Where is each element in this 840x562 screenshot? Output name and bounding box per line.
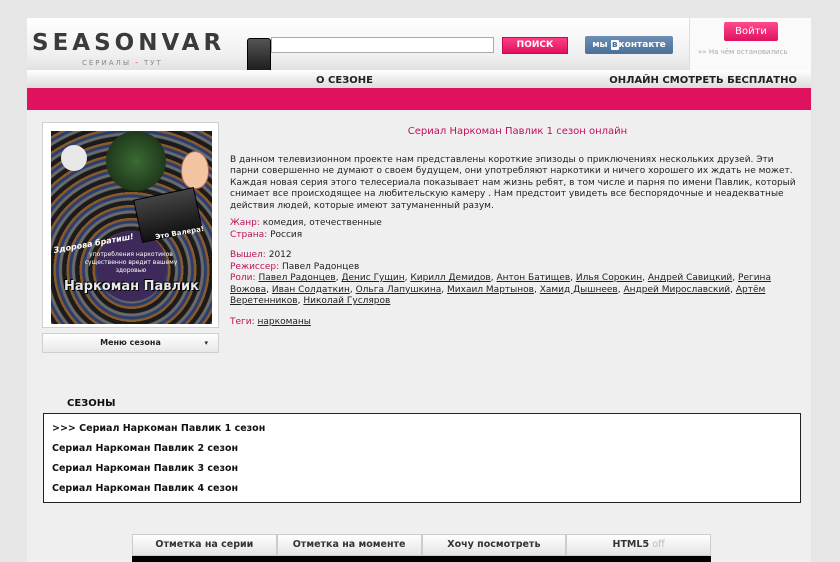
- vk-suffix: контакте: [618, 40, 666, 50]
- search-button[interactable]: ПОИСК: [502, 37, 568, 54]
- poster-face-graphic: [181, 151, 209, 189]
- seasons-heading: СЕЗОНЫ: [67, 398, 116, 409]
- login-button[interactable]: Войти: [724, 22, 778, 41]
- tags-list: наркоманы: [258, 317, 311, 327]
- vk-prefix: мы: [592, 40, 611, 50]
- genre-value: комедия, отечественные: [262, 218, 382, 229]
- genre-row: Жанр: комедия, отечественные: [230, 218, 805, 230]
- logo-tagline-right: ТУТ: [143, 59, 163, 67]
- tab-mark-series[interactable]: Отметка на серии: [132, 534, 277, 556]
- director-value: Павел Радонцев: [281, 261, 360, 272]
- poster-title: Наркоман Павлик: [64, 279, 199, 294]
- actor-link[interactable]: Антон Батищев: [496, 273, 570, 283]
- season-link[interactable]: >>> Сериал Наркоман Павлик 1 сезон: [52, 422, 800, 442]
- roles-row: Роли: Павел Радонцев, Денис Гущин, Кирил…: [230, 273, 805, 308]
- series-poster: Здорова братиш! Это Валера! употребления…: [51, 131, 212, 324]
- seasons-list: >>> Сериал Наркоман Павлик 1 сезон Сериа…: [43, 413, 801, 503]
- year-label: Вышел:: [230, 250, 266, 261]
- tags-row: Теги: наркоманы: [230, 317, 805, 329]
- actor-link[interactable]: Иван Солдаткин: [272, 285, 350, 295]
- poster-tree-graphic: [106, 131, 166, 191]
- continue-watching-label: На чём остановились: [708, 48, 788, 56]
- main-content: Здорова братиш! Это Валера! употребления…: [27, 110, 811, 562]
- actor-link[interactable]: Кирилл Демидов: [410, 273, 490, 283]
- country-label: Страна:: [230, 229, 268, 240]
- nav-about-season[interactable]: О СЕЗОНЕ: [316, 75, 373, 86]
- actor-link[interactable]: Денис Гущин: [341, 273, 404, 283]
- year-row: Вышел: 2012: [230, 250, 805, 262]
- season-link[interactable]: Сериал Наркоман Павлик 4 сезон: [52, 482, 800, 502]
- director-label: Режиссер:: [230, 261, 280, 272]
- actor-link[interactable]: Андрей Мирославский: [623, 285, 730, 295]
- logo-tagline: СЕРИАЛЫ - ТУТ: [82, 59, 163, 67]
- season-menu-label: Меню сезона: [100, 338, 161, 347]
- html5-state: off: [652, 539, 665, 550]
- year-value: 2012: [268, 250, 292, 261]
- logo-tagline-left: СЕРИАЛЫ: [82, 59, 131, 67]
- header: SEASONVAR СЕРИАЛЫ - ТУТ ПОИСК мы вконтак…: [27, 18, 811, 80]
- director-row: Режиссер: Павел Радонцев: [230, 262, 805, 274]
- login-box: Войти »» На чём остановились: [689, 18, 811, 70]
- tags-label: Теги:: [230, 316, 255, 327]
- nav-bar: О СЕЗОНЕ ОНЛАЙН СМОТРЕТЬ БЕСПЛАТНО: [27, 70, 811, 110]
- logo-tagline-dash: -: [131, 59, 144, 67]
- logo-text: SEASONVAR: [32, 30, 226, 56]
- season-link[interactable]: Сериал Наркоман Павлик 3 сезон: [52, 462, 800, 482]
- series-description: В данном телевизионном проекте нам предс…: [230, 155, 796, 211]
- vk-logo-icon: в: [610, 40, 619, 50]
- actor-link[interactable]: Павел Радонцев: [258, 273, 335, 283]
- series-info: Сериал Наркоман Павлик 1 сезон онлайн В …: [230, 122, 805, 328]
- roles-list: Павел Радонцев, Денис Гущин, Кирилл Деми…: [230, 273, 771, 307]
- nav-watch-online[interactable]: ОНЛАЙН СМОТРЕТЬ БЕСПЛАТНО: [609, 75, 797, 86]
- poster-mascot-graphic: [61, 145, 87, 171]
- actor-link[interactable]: Николай Гусляров: [303, 296, 390, 306]
- season-link[interactable]: Сериал Наркоман Павлик 2 сезон: [52, 442, 800, 462]
- actor-link[interactable]: Андрей Савицкий: [648, 273, 732, 283]
- country-value: Россия: [270, 229, 303, 240]
- tag-link[interactable]: наркоманы: [258, 317, 311, 327]
- page: SEASONVAR СЕРИАЛЫ - ТУТ ПОИСК мы вконтак…: [27, 18, 811, 562]
- bookmark-icon: »»: [698, 48, 707, 56]
- search-input[interactable]: [271, 37, 494, 53]
- poster-frame: Здорова братиш! Это Валера! употребления…: [42, 122, 219, 328]
- actor-link[interactable]: Хамид Дышнеев: [540, 285, 618, 295]
- tab-mark-moment[interactable]: Отметка на моменте: [276, 534, 422, 556]
- country-row: Страна: Россия: [230, 230, 805, 242]
- nav-strip: О СЕЗОНЕ ОНЛАЙН СМОТРЕТЬ БЕСПЛАТНО: [27, 70, 811, 88]
- tab-html5-toggle[interactable]: HTML5 off: [566, 534, 711, 556]
- player-tabs: Отметка на серии Отметка на моменте Хочу…: [132, 534, 711, 556]
- actor-link[interactable]: Михаил Мартынов: [447, 285, 534, 295]
- html5-label: HTML5: [612, 539, 650, 550]
- video-player[interactable]: [132, 556, 711, 562]
- chevron-down-icon: ▾: [204, 339, 208, 347]
- continue-watching-link[interactable]: »» На чём остановились: [698, 48, 788, 56]
- vk-button[interactable]: мы вконтакте: [585, 36, 673, 54]
- series-title: Сериал Наркоман Павлик 1 сезон онлайн: [407, 126, 628, 137]
- genre-label: Жанр:: [230, 218, 260, 229]
- season-menu-button[interactable]: Меню сезона ▾: [42, 333, 219, 353]
- tab-want-watch[interactable]: Хочу посмотреть: [421, 534, 567, 556]
- actor-link[interactable]: Илья Сорокин: [576, 273, 642, 283]
- roles-label: Роли:: [230, 273, 256, 284]
- poster-warning: употребления наркотиков существенно вред…: [84, 251, 178, 274]
- actor-link[interactable]: Ольга Лапушкина: [356, 285, 442, 295]
